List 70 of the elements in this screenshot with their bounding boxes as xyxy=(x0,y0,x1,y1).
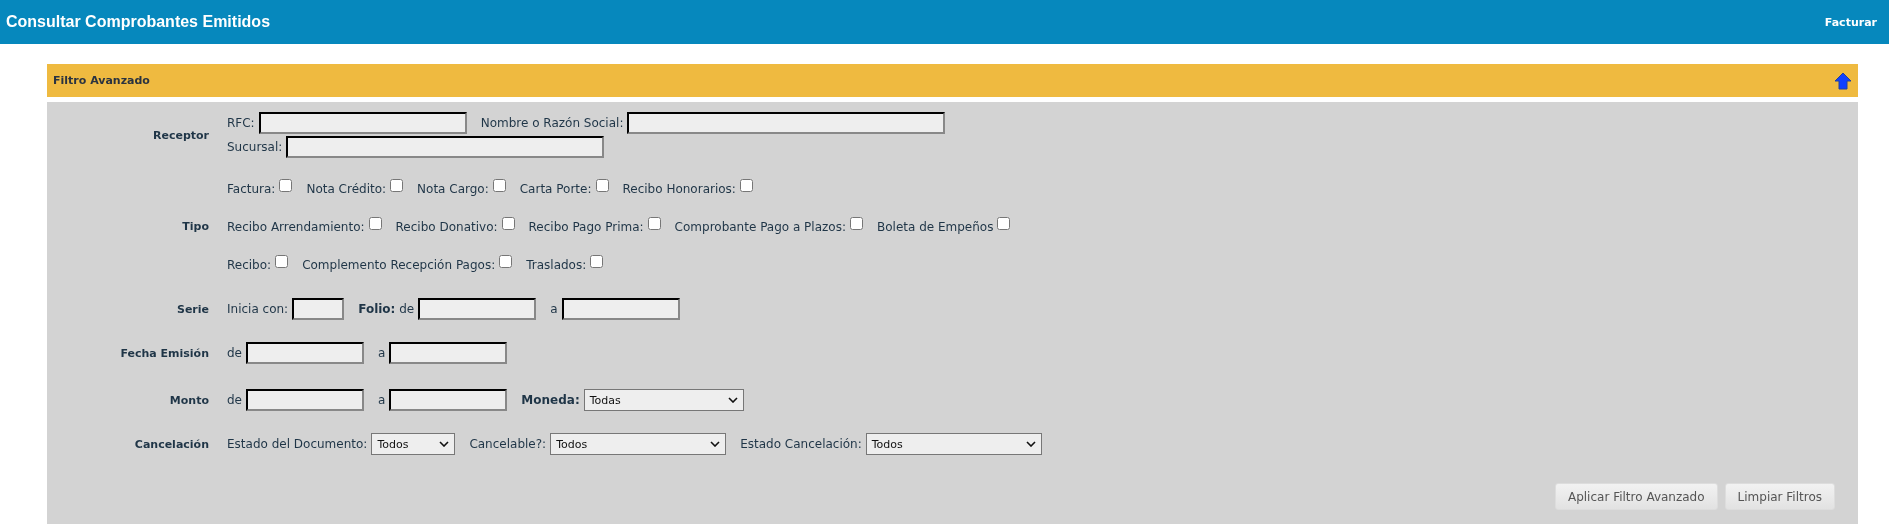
field-label: Nombre o Razón Social: xyxy=(480,116,624,130)
checkbox[interactable] xyxy=(499,255,513,268)
field-label: Estado Cancelación: xyxy=(740,437,862,451)
chevron-icon xyxy=(710,441,721,447)
checkbox[interactable] xyxy=(390,179,404,192)
field-label: Nota Cargo: xyxy=(417,181,489,196)
input-field[interactable] xyxy=(286,136,605,158)
input-field[interactable] xyxy=(389,389,508,411)
chevron-icon xyxy=(727,397,738,403)
field-label: Traslados: xyxy=(526,257,587,272)
input-field[interactable] xyxy=(246,342,364,364)
checkbox[interactable] xyxy=(501,217,515,230)
field-label: a xyxy=(378,346,386,360)
field-label: Recibo: xyxy=(227,257,272,272)
dropdown[interactable]: Todos xyxy=(865,433,1042,455)
chevron-icon xyxy=(1025,441,1036,447)
row-label: Receptor xyxy=(151,128,209,142)
field-label: Factura: xyxy=(227,181,276,196)
field-label: Recibo Arrendamiento: xyxy=(227,219,365,234)
row-label: Fecha Emisión xyxy=(119,346,209,360)
filter-title: Filtro Avanzado xyxy=(53,74,150,87)
input-field[interactable] xyxy=(418,298,537,320)
field-label: a xyxy=(550,302,558,316)
field-label: Sucursal: xyxy=(227,140,283,154)
field-label: Folio: de xyxy=(358,302,415,316)
input-field[interactable] xyxy=(561,298,680,320)
checkbox[interactable] xyxy=(850,217,863,230)
checkbox[interactable] xyxy=(275,255,289,268)
up-arrow-icon[interactable] xyxy=(1834,71,1852,90)
checkbox[interactable] xyxy=(647,217,661,230)
row-label: Monto xyxy=(168,393,209,407)
checkbox[interactable] xyxy=(590,255,604,268)
field-label: de xyxy=(227,393,242,407)
filter-button[interactable]: Aplicar Filtro Avanzado xyxy=(1554,483,1718,510)
page-title: Consultar Comprobantes Emitidos xyxy=(6,13,271,31)
chevron-icon xyxy=(439,441,450,447)
field-label: Carta Porte: xyxy=(519,181,592,196)
filter-button[interactable]: Limpiar Filtros xyxy=(1724,483,1835,510)
field-label: Recibo Honorarios: xyxy=(622,181,736,196)
checkbox[interactable] xyxy=(997,217,1011,230)
dropdown[interactable]: Todos xyxy=(550,433,727,455)
field-label: Recibo Donativo: xyxy=(395,219,498,234)
row-label: Tipo xyxy=(181,220,209,233)
field-label: Complemento Recepción Pagos: xyxy=(302,257,496,272)
input-field[interactable] xyxy=(258,112,467,134)
checkbox[interactable] xyxy=(739,179,753,192)
field-label: Inicia con: xyxy=(227,302,289,316)
field-label: Moneda: xyxy=(521,393,580,407)
input-field[interactable] xyxy=(627,112,946,134)
checkbox[interactable] xyxy=(368,217,382,230)
field-label: de xyxy=(227,346,242,360)
dropdown[interactable]: Todas xyxy=(583,389,744,411)
input-field[interactable] xyxy=(246,389,364,411)
field-label: Recibo Pago Prima: xyxy=(528,219,644,234)
input-field[interactable] xyxy=(292,298,345,320)
field-label: RFC: xyxy=(227,116,255,130)
field-label: Cancelable?: xyxy=(469,437,547,451)
field-label: Comprobante Pago a Plazos: xyxy=(674,219,846,234)
field-label: Boleta de Empeños xyxy=(877,219,994,234)
field-label: Nota Crédito: xyxy=(306,181,387,196)
facturar-link[interactable]: Facturar xyxy=(1824,15,1877,29)
dropdown[interactable]: Todos xyxy=(371,433,456,455)
checkbox[interactable] xyxy=(279,179,293,192)
row-label: Cancelación xyxy=(133,437,209,451)
input-field[interactable] xyxy=(389,342,508,364)
field-label: Estado del Documento: xyxy=(227,437,368,451)
field-label: a xyxy=(378,393,386,407)
checkbox[interactable] xyxy=(595,179,609,192)
checkbox[interactable] xyxy=(492,179,506,192)
row-label: Serie xyxy=(175,302,209,316)
